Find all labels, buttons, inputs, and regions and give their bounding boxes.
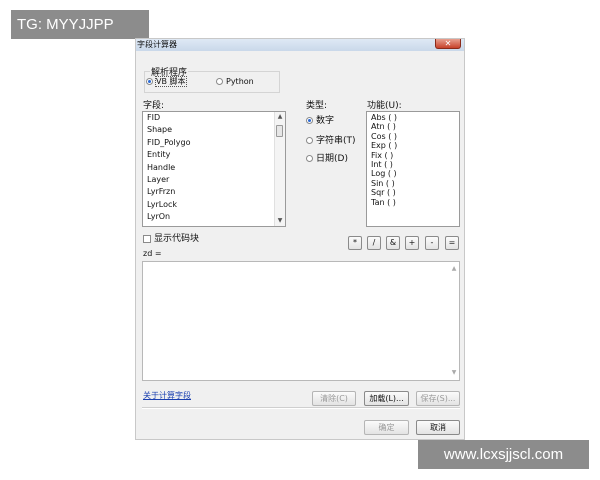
operator-equals-button[interactable]: = bbox=[445, 236, 459, 250]
title-bar: 字段计算器 ✕ bbox=[136, 39, 464, 51]
radio-icon bbox=[306, 155, 313, 162]
load-button[interactable]: 加载(L)... bbox=[364, 391, 409, 406]
watermark-top: TG: MYYJJPP bbox=[11, 10, 149, 39]
list-item[interactable]: LyrLock bbox=[143, 199, 285, 211]
type-option-date-label: 日期(D) bbox=[316, 154, 348, 164]
list-item[interactable]: LyrFrzn bbox=[143, 186, 285, 198]
list-item[interactable]: Sqr ( ) bbox=[367, 188, 459, 197]
list-item[interactable]: Entity bbox=[143, 149, 285, 161]
list-item[interactable]: Layer bbox=[143, 174, 285, 186]
type-option-date[interactable]: 日期(D) bbox=[306, 154, 348, 164]
operator-divide-button[interactable]: / bbox=[367, 236, 381, 250]
operator-concat-button[interactable]: & bbox=[386, 236, 400, 250]
list-item[interactable]: Cos ( ) bbox=[367, 132, 459, 141]
cancel-button[interactable]: 取消 bbox=[416, 420, 460, 435]
type-label: 类型: bbox=[306, 101, 328, 111]
parser-option-python[interactable]: Python bbox=[216, 77, 254, 87]
parser-option-vb[interactable]: VB 脚本 bbox=[146, 76, 187, 87]
type-option-number-label: 数字 bbox=[316, 116, 335, 126]
parser-option-python-label: Python bbox=[226, 77, 254, 86]
expression-input[interactable]: ▲ ▼ bbox=[142, 261, 460, 381]
list-item[interactable]: Int ( ) bbox=[367, 160, 459, 169]
scroll-down-icon[interactable]: ▼ bbox=[275, 216, 285, 226]
checkbox-icon bbox=[143, 234, 151, 243]
list-item[interactable]: Log ( ) bbox=[367, 169, 459, 178]
ok-button[interactable]: 确定 bbox=[364, 420, 409, 435]
list-item[interactable]: Atn ( ) bbox=[367, 122, 459, 131]
list-item[interactable]: Abs ( ) bbox=[367, 113, 459, 122]
type-option-string[interactable]: 字符串(T) bbox=[306, 136, 356, 146]
close-icon: ✕ bbox=[444, 39, 452, 48]
clear-button[interactable]: 清除(C) bbox=[312, 391, 356, 406]
expression-scrollbar[interactable]: ▲ ▼ bbox=[449, 262, 459, 380]
list-item[interactable]: Handle bbox=[143, 162, 285, 174]
fields-scrollbar[interactable]: ▲ ▼ bbox=[274, 112, 285, 226]
field-calculator-dialog: 字段计算器 ✕ 解析程序 VB 脚本 Python 字段: FID Shape … bbox=[135, 38, 465, 440]
footer-separator bbox=[142, 407, 460, 409]
radio-icon bbox=[146, 78, 153, 85]
show-codeblock-checkbox[interactable]: 显示代码块 bbox=[143, 234, 199, 244]
scroll-up-icon[interactable]: ▲ bbox=[449, 264, 459, 274]
watermark-bottom: www.lcxsjjscl.com bbox=[418, 440, 589, 469]
scroll-thumb[interactable] bbox=[276, 125, 283, 137]
radio-icon bbox=[216, 78, 223, 85]
type-option-string-label: 字符串(T) bbox=[316, 136, 356, 146]
list-item[interactable]: Shape bbox=[143, 124, 285, 136]
scroll-up-icon[interactable]: ▲ bbox=[275, 112, 285, 122]
list-item[interactable]: Exp ( ) bbox=[367, 141, 459, 150]
close-button[interactable]: ✕ bbox=[435, 39, 461, 49]
scroll-down-icon[interactable]: ▼ bbox=[449, 368, 459, 378]
show-codeblock-label: 显示代码块 bbox=[154, 234, 200, 244]
fields-list[interactable]: FID Shape FID_Polygo Entity Handle Layer… bbox=[142, 111, 286, 227]
list-item[interactable]: Tan ( ) bbox=[367, 198, 459, 207]
fields-label: 字段: bbox=[143, 101, 165, 111]
list-item[interactable]: Sin ( ) bbox=[367, 179, 459, 188]
radio-icon bbox=[306, 117, 313, 124]
operator-plus-button[interactable]: + bbox=[405, 236, 419, 250]
operator-multiply-button[interactable]: * bbox=[348, 236, 362, 250]
parser-option-vb-label: VB 脚本 bbox=[155, 76, 187, 87]
list-item[interactable]: LyrOn bbox=[143, 211, 285, 223]
functions-list[interactable]: Abs ( ) Atn ( ) Cos ( ) Exp ( ) Fix ( ) … bbox=[366, 111, 460, 227]
type-option-number[interactable]: 数字 bbox=[306, 116, 334, 126]
functions-label: 功能(U): bbox=[367, 101, 402, 111]
help-link[interactable]: 关于计算字段 bbox=[143, 390, 191, 401]
operator-minus-button[interactable]: - bbox=[425, 236, 439, 250]
dialog-title: 字段计算器 bbox=[137, 40, 177, 49]
expression-label: zd = bbox=[143, 249, 162, 258]
list-item[interactable]: FID bbox=[143, 112, 285, 124]
save-button[interactable]: 保存(S)... bbox=[416, 391, 460, 406]
radio-icon bbox=[306, 137, 313, 144]
list-item[interactable]: FID_Polygo bbox=[143, 137, 285, 149]
list-item[interactable]: Fix ( ) bbox=[367, 151, 459, 160]
